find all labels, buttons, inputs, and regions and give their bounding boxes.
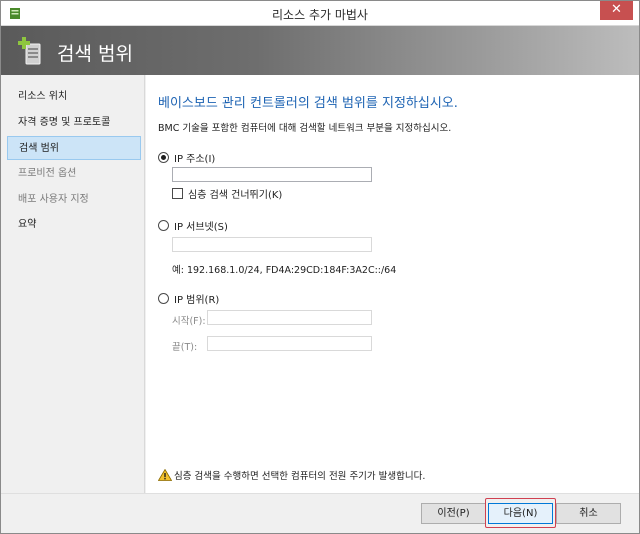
- ip-subnet-input: [172, 237, 372, 252]
- title-bar: 리소스 추가 마법사 ✕: [1, 1, 639, 26]
- ip-address-label: IP 주소(I): [174, 154, 216, 165]
- nav-step-provisioning-options: 프로비전 옵션: [18, 168, 77, 179]
- next-button[interactable]: 다음(N): [488, 503, 553, 524]
- skip-deep-scan-label: 심층 검색 건너뛰기(K): [188, 190, 283, 201]
- ip-subnet-radio[interactable]: [158, 220, 169, 231]
- nav-step-credentials-protocol[interactable]: 자격 증명 및 프로토콜: [7, 111, 141, 135]
- ip-range-end-label: 끝(T):: [172, 342, 198, 353]
- section-description: BMC 기술을 포함한 컴퓨터에 대해 검색할 네트워크 부분을 지정하십시오.: [158, 123, 452, 134]
- ip-range-start-label: 시작(F):: [172, 316, 206, 327]
- nav-step-discovery-scope[interactable]: 검색 범위: [7, 136, 141, 160]
- ip-address-option[interactable]: IP 주소(I): [158, 150, 215, 165]
- nav-step-deployment-customization: 배포 사용자 지정: [18, 194, 89, 205]
- ip-subnet-example: 예: 192.168.1.0/24, FD4A:29CD:184F:3A2C::…: [172, 265, 397, 276]
- main-content: 베이스보드 관리 컨트롤러의 검색 범위를 지정하십시오. BMC 기술을 포함…: [146, 75, 639, 493]
- skip-deep-scan-checkbox[interactable]: [172, 188, 183, 199]
- previous-button[interactable]: 이전(P): [421, 503, 486, 524]
- button-bar: 이전(P) 다음(N) 취소: [1, 493, 639, 533]
- cancel-button[interactable]: 취소: [556, 503, 621, 524]
- ip-address-radio[interactable]: [158, 152, 169, 163]
- skip-deep-scan-option[interactable]: 심층 검색 건너뛰기(K): [172, 186, 282, 201]
- wizard-banner: 검색 범위: [1, 26, 639, 75]
- section-heading: 베이스보드 관리 컨트롤러의 검색 범위를 지정하십시오.: [158, 96, 458, 111]
- nav-step-summary[interactable]: 요약: [7, 213, 141, 237]
- ip-subnet-option[interactable]: IP 서브넷(S): [158, 218, 228, 233]
- wizard-steps-nav: 리소스 위치 자격 증명 및 프로토콜 검색 범위 프로비전 옵션 배포 사용자…: [1, 75, 145, 493]
- window-title: 리소스 추가 마법사: [272, 8, 368, 22]
- ip-range-option[interactable]: IP 범위(R): [158, 291, 219, 306]
- nav-step-resource-location[interactable]: 리소스 위치: [7, 85, 141, 109]
- warning-text: 심층 검색을 수행하면 선택한 컴퓨터의 전원 주기가 발생합니다.: [174, 471, 426, 482]
- ip-address-input[interactable]: [172, 167, 372, 182]
- add-resource-icon: [18, 37, 41, 65]
- ip-range-start-input: [207, 310, 372, 325]
- ip-range-radio[interactable]: [158, 293, 169, 304]
- close-button[interactable]: ✕: [600, 1, 633, 20]
- warning-icon: [158, 469, 172, 481]
- ip-subnet-label: IP 서브넷(S): [174, 222, 228, 233]
- page-title: 검색 범위: [57, 43, 133, 65]
- wizard-window: 리소스 추가 마법사 ✕ 검색 범위 리소스 위치 자격 증명 및 프로토콜 검…: [0, 0, 640, 534]
- deep-scan-warning: 심층 검색을 수행하면 선택한 컴퓨터의 전원 주기가 발생합니다.: [158, 468, 425, 482]
- ip-range-end-input: [207, 336, 372, 351]
- ip-range-label: IP 범위(R): [174, 295, 220, 306]
